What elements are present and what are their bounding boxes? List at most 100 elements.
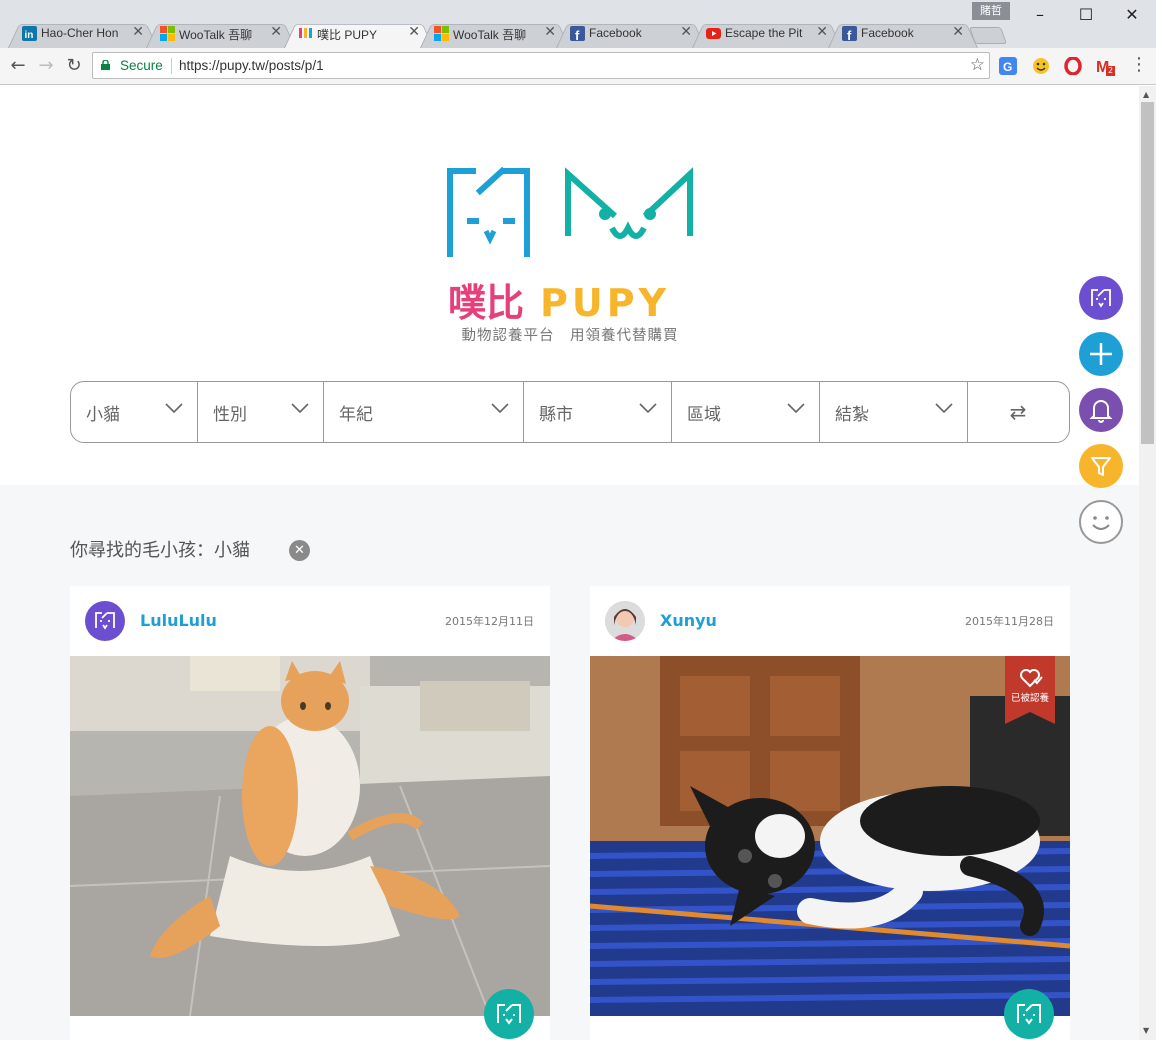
translate-extension-icon[interactable]: G — [999, 57, 1017, 75]
post-username[interactable]: Xunyu — [660, 611, 717, 630]
species-select[interactable]: 小貓 — [71, 382, 198, 442]
post-photo[interactable] — [590, 656, 1070, 1016]
linkedin-icon: in — [22, 26, 37, 41]
pupy-logo[interactable]: 噗比 PUPY — [440, 166, 700, 346]
avatar[interactable] — [605, 601, 645, 641]
district-select[interactable]: 區域 — [672, 382, 820, 442]
page-viewport: 噗比 PUPY 動物認養平台 用領養代替購買 小貓 性別 年紀 縣市 區域 結紮… — [0, 86, 1139, 1040]
gmail-extension-icon[interactable]: M 2 — [1096, 57, 1116, 76]
opera-extension-icon[interactable] — [1064, 57, 1082, 75]
bookmark-star-icon[interactable]: ☆ — [970, 55, 985, 75]
windows-icon — [160, 26, 175, 41]
new-tab-button[interactable] — [968, 27, 1008, 44]
url-text[interactable]: https://pupy.tw/posts/p/1 — [179, 58, 324, 73]
profile-button[interactable]: 賭哲 — [972, 2, 1010, 20]
post-photo[interactable] — [70, 656, 550, 1016]
close-icon[interactable]: ✕ — [408, 24, 420, 40]
scroll-down-icon[interactable]: ▼ — [1143, 1026, 1149, 1035]
chevron-down-icon — [165, 403, 183, 414]
plus-icon — [1090, 343, 1112, 365]
adopted-label: 已被認養 — [1010, 693, 1049, 704]
page-scrollbar[interactable]: ▲ ▼ — [1139, 86, 1156, 1040]
browser-tab[interactable]: WooTalk 吾聊 ✕ — [420, 19, 570, 48]
notifications-button[interactable] — [1079, 388, 1123, 432]
adopted-ribbon: 已被認養 — [1005, 656, 1055, 724]
cat-face-icon — [1091, 289, 1111, 308]
neuter-value: 結紮 — [835, 405, 869, 425]
close-icon[interactable]: ✕ — [544, 24, 556, 40]
post-date: 2015年12月11日 — [445, 615, 534, 628]
browser-tab-active[interactable]: 噗比 PUPY ✕ — [284, 19, 434, 48]
browser-tab[interactable]: in Hao-Cher Hon ✕ — [8, 19, 158, 48]
browser-toolbar: ← → ↻ Secure https://pupy.tw/posts/p/1 ☆… — [0, 48, 1156, 85]
tab-title: WooTalk 吾聊 — [453, 28, 527, 42]
smiley-icon — [1092, 516, 1110, 530]
gmail-count-badge: 2 — [1106, 66, 1116, 76]
chevron-down-icon — [787, 403, 805, 414]
browser-tab[interactable]: WooTalk 吾聊 ✕ — [146, 19, 296, 48]
post-date: 2015年11月28日 — [965, 615, 1054, 628]
pupy-home-button[interactable] — [1079, 276, 1123, 320]
post-username[interactable]: LuluLulu — [140, 611, 217, 630]
cat-face-icon — [95, 612, 115, 630]
svg-text:f: f — [847, 28, 852, 41]
swap-icon[interactable]: ⇄ — [968, 400, 1068, 424]
maximize-icon[interactable]: ☐ — [1063, 4, 1109, 26]
secure-label: Secure — [120, 58, 163, 73]
chevron-down-icon — [291, 403, 309, 414]
minimize-icon[interactable]: – — [1017, 4, 1063, 26]
user-photo-icon — [605, 601, 645, 641]
svg-text:in: in — [25, 30, 34, 41]
close-icon[interactable]: ✕ — [952, 24, 964, 40]
browser-tabstrip: 賭哲 in Hao-Cher Hon ✕ WooTalk 吾聊 ✕ 噗比 PUP… — [0, 0, 1156, 48]
close-icon[interactable]: ✕ — [132, 24, 144, 40]
tab-title: WooTalk 吾聊 — [179, 28, 253, 42]
neuter-select[interactable]: 結紮 — [820, 382, 968, 442]
chevron-down-icon — [639, 403, 657, 414]
pupy-badge-icon[interactable] — [1004, 989, 1054, 1039]
back-icon[interactable]: ← — [6, 54, 30, 78]
pupy-icon — [299, 28, 312, 38]
age-value: 年紀 — [339, 405, 373, 425]
window-close-icon[interactable]: ✕ — [1109, 4, 1155, 26]
gender-select[interactable]: 性別 — [198, 382, 324, 442]
avatar[interactable] — [85, 601, 125, 641]
lock-icon — [101, 60, 110, 70]
post-card[interactable]: LuluLulu 2015年12月11日 — [70, 586, 550, 1040]
feedback-button[interactable] — [1079, 500, 1123, 544]
tab-title: Facebook — [589, 26, 642, 40]
filter-button[interactable] — [1079, 444, 1123, 488]
clear-filter-icon[interactable]: ✕ — [289, 540, 310, 561]
browser-tab[interactable]: f Facebook ✕ — [556, 19, 706, 48]
scrollbar-thumb[interactable] — [1141, 102, 1154, 444]
post-card[interactable]: Xunyu 2015年11月28日 已被認養 — [590, 586, 1070, 1040]
close-icon[interactable]: ✕ — [816, 24, 828, 40]
scroll-up-icon[interactable]: ▲ — [1143, 90, 1149, 99]
city-value: 縣市 — [539, 405, 573, 425]
browser-tab[interactable]: f Facebook ✕ — [828, 19, 978, 48]
city-select[interactable]: 縣市 — [524, 382, 672, 442]
browser-menu-icon[interactable]: ⋮ — [1130, 54, 1148, 75]
district-value: 區域 — [687, 405, 721, 425]
youtube-icon — [706, 28, 721, 39]
age-select[interactable]: 年紀 — [324, 382, 524, 442]
address-bar[interactable]: Secure https://pupy.tw/posts/p/1 ☆ — [92, 52, 990, 79]
add-post-button[interactable] — [1079, 332, 1123, 376]
tab-title: Hao-Cher Hon — [41, 26, 119, 40]
site-tagline: 動物認養平台 用領養代替購買 — [461, 328, 679, 344]
browser-tab[interactable]: Escape the Pit ✕ — [692, 19, 842, 48]
forward-icon[interactable]: → — [34, 54, 58, 78]
chevron-down-icon — [935, 403, 953, 414]
logo-name-en: PUPY — [540, 281, 670, 325]
gender-value: 性別 — [213, 405, 247, 425]
facebook-icon: f — [842, 26, 857, 41]
tab-title: Escape the Pit — [725, 26, 803, 40]
svg-text:f: f — [575, 28, 580, 41]
species-value: 小貓 — [86, 405, 120, 425]
windows-icon — [434, 26, 449, 41]
pupy-badge-icon[interactable] — [484, 989, 534, 1039]
emoji-extension-icon[interactable] — [1032, 57, 1050, 75]
reload-icon[interactable]: ↻ — [62, 54, 86, 78]
close-icon[interactable]: ✕ — [270, 24, 282, 40]
close-icon[interactable]: ✕ — [680, 24, 692, 40]
